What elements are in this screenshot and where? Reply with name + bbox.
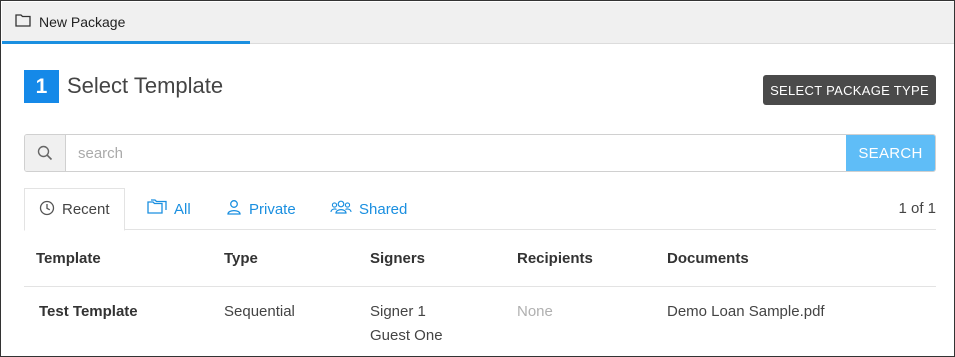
cell-documents: Demo Loan Sample.pdf <box>667 303 825 320</box>
users-icon <box>330 199 359 219</box>
user-icon <box>226 199 249 219</box>
search-input[interactable] <box>66 135 846 171</box>
column-header-template[interactable]: Template <box>36 250 101 267</box>
cell-recipients: None <box>517 303 553 320</box>
tab-recent[interactable]: Recent <box>24 188 125 231</box>
table-header: Template Type Signers Recipients Documen… <box>24 230 936 287</box>
tab-all-label: All <box>174 200 191 218</box>
step-number-badge: 1 <box>24 70 59 103</box>
tab-new-package[interactable]: New Package <box>2 2 250 44</box>
top-tab-bar: New Package <box>2 2 954 44</box>
signer-name: Guest One <box>370 327 443 344</box>
search-button[interactable]: SEARCH <box>846 135 935 171</box>
tab-new-package-label: New Package <box>39 13 126 30</box>
column-header-signers[interactable]: Signers <box>370 250 425 267</box>
select-package-type-button[interactable]: SELECT PACKAGE TYPE <box>763 75 936 105</box>
cell-type: Sequential <box>224 303 295 320</box>
tab-private-label: Private <box>249 200 296 218</box>
page-count: 1 of 1 <box>898 200 936 217</box>
search-icon <box>25 135 66 171</box>
folder-icon <box>15 13 39 30</box>
tab-shared[interactable]: Shared <box>330 188 407 230</box>
new-package-window: New Package 1 Select Template SELECT PAC… <box>0 0 955 357</box>
table-row[interactable]: Test Template Sequential Signer 1 Guest … <box>24 287 936 356</box>
tab-all[interactable]: All <box>147 188 191 230</box>
folders-icon <box>147 199 174 219</box>
signer-name: Signer 1 <box>370 303 426 320</box>
column-header-type[interactable]: Type <box>224 250 258 267</box>
search-bar: SEARCH <box>24 134 936 172</box>
cell-signers: Signer 1 Guest One <box>370 300 443 348</box>
tab-private[interactable]: Private <box>226 188 296 230</box>
column-header-recipients[interactable]: Recipients <box>517 250 593 267</box>
column-header-documents[interactable]: Documents <box>667 250 749 267</box>
page-title: Select Template <box>67 73 224 98</box>
tab-shared-label: Shared <box>359 200 408 218</box>
tab-recent-label: Recent <box>62 201 110 218</box>
clock-icon <box>39 200 62 220</box>
cell-template: Test Template <box>39 303 138 320</box>
filter-tabs: Recent All Private Shared 1 of 1 <box>24 188 936 231</box>
